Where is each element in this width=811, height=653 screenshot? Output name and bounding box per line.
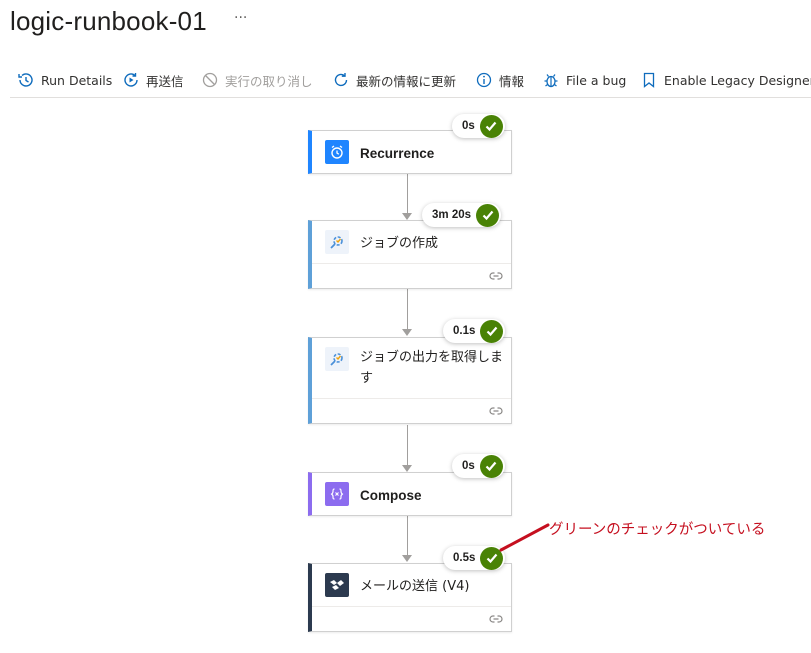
- info-icon: [476, 72, 492, 88]
- connector-arrow: [402, 329, 412, 336]
- more-options-button[interactable]: ···: [234, 10, 247, 26]
- step-label: メールの送信 (V4): [360, 579, 470, 594]
- success-check-icon: [480, 319, 504, 343]
- duration-label: 0s: [462, 460, 475, 472]
- resubmit-label: 再送信: [146, 73, 184, 89]
- automation-icon: [325, 230, 349, 254]
- refresh-icon: [334, 73, 348, 87]
- cancel-run-button[interactable]: 実行の取り消し: [201, 70, 313, 90]
- compose-icon: [325, 482, 349, 506]
- link-icon[interactable]: [489, 270, 503, 282]
- annotation-arrow: [499, 523, 550, 552]
- page-title: logic-runbook-01: [10, 6, 207, 36]
- run-details-icon: [18, 73, 33, 87]
- duration-label: 0s: [462, 120, 475, 132]
- bookmark-icon: [643, 72, 655, 88]
- step-label: ジョブの出力を取得します: [360, 350, 504, 386]
- resubmit-button[interactable]: 再送信: [122, 70, 184, 90]
- cancel-icon: [202, 72, 218, 88]
- connector-line: [407, 173, 408, 213]
- enable-legacy-designer-button[interactable]: Enable Legacy Designer: [640, 70, 811, 90]
- refresh-label: 最新の情報に更新: [356, 73, 457, 89]
- enable-legacy-designer-label: Enable Legacy Designer: [664, 72, 811, 88]
- success-check-icon: [476, 203, 500, 227]
- refresh-button[interactable]: 最新の情報に更新: [332, 70, 456, 90]
- run-details-button[interactable]: Run Details: [17, 70, 112, 90]
- step-card-compose[interactable]: Compose: [308, 472, 512, 516]
- success-check-icon: [479, 454, 503, 478]
- duration-label: 0.5s: [453, 552, 476, 564]
- status-badge: 0s: [452, 114, 505, 138]
- connector-line: [407, 425, 408, 465]
- connector-line: [407, 515, 408, 555]
- command-bar: Run Details 再送信 実行の取り消し 最新の情報に更新 情報 File…: [10, 64, 811, 98]
- status-badge: 3m 20s: [422, 203, 502, 227]
- annotation-text: グリーンのチェックがついている: [549, 522, 766, 538]
- file-a-bug-button[interactable]: File a bug: [542, 70, 626, 90]
- step-card-create-job[interactable]: ジョブの作成: [308, 220, 512, 289]
- connector-arrow: [402, 465, 412, 472]
- duration-label: 0.1s: [453, 325, 476, 337]
- duration-label: 3m 20s: [432, 209, 472, 221]
- step-label: ジョブの作成: [360, 236, 439, 251]
- sendgrid-icon: [325, 573, 349, 597]
- connector-arrow: [402, 213, 412, 220]
- connector-arrow: [402, 555, 412, 562]
- link-icon[interactable]: [489, 613, 503, 625]
- step-card-send-email[interactable]: メールの送信 (V4): [308, 563, 512, 632]
- status-badge: 0s: [452, 454, 505, 478]
- cancel-run-label: 実行の取り消し: [225, 73, 313, 89]
- file-a-bug-label: File a bug: [566, 72, 627, 88]
- info-label: 情報: [499, 73, 525, 89]
- step-card-get-job-output[interactable]: ジョブの出力を取得します: [308, 337, 512, 424]
- step-label: Compose: [360, 488, 422, 503]
- connector-line: [407, 289, 408, 329]
- step-label: Recurrence: [360, 146, 435, 161]
- resubmit-icon: [124, 73, 138, 87]
- status-badge: 0.1s: [443, 319, 506, 343]
- bug-icon: [544, 74, 558, 88]
- info-button[interactable]: 情報: [475, 70, 524, 90]
- run-details-label: Run Details: [41, 72, 113, 88]
- link-icon[interactable]: [489, 405, 503, 417]
- alarm-clock-icon: [325, 140, 349, 164]
- success-check-icon: [479, 114, 503, 138]
- automation-icon: [325, 347, 349, 371]
